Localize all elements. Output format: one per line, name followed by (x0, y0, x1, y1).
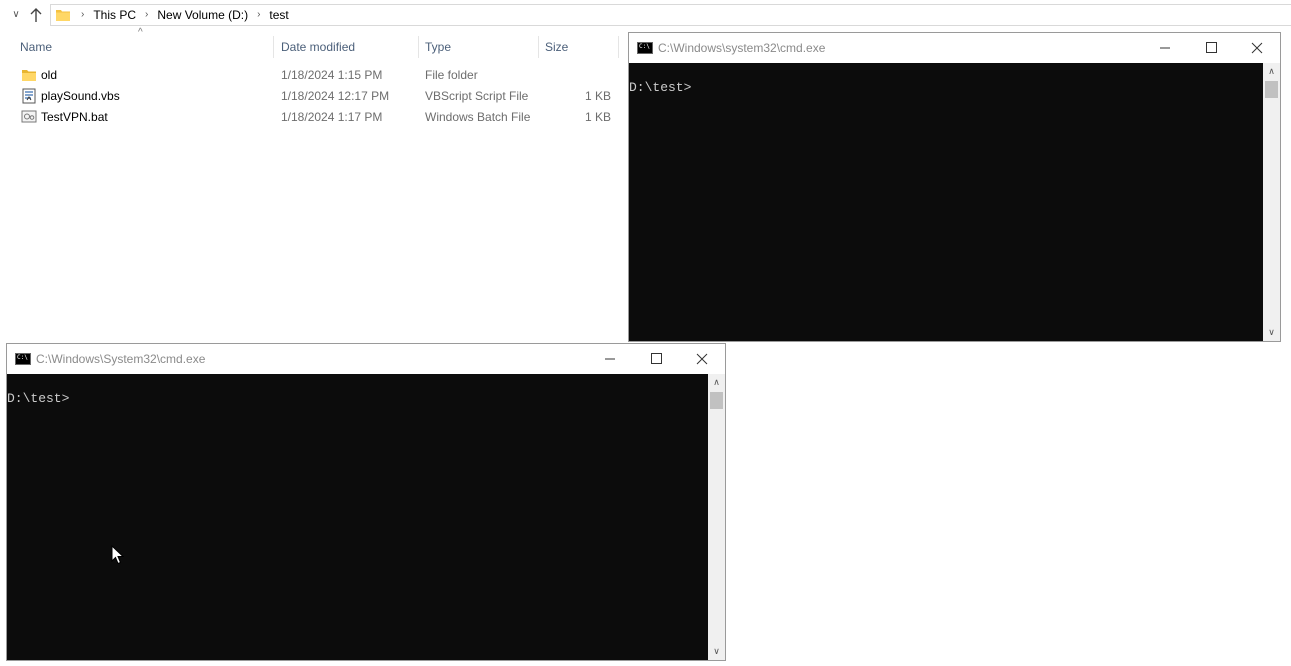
file-date: 1/18/2024 1:17 PM (281, 110, 383, 124)
column-header-name[interactable]: Name (20, 36, 52, 58)
file-name: playSound.vbs (41, 89, 120, 103)
file-name: TestVPN.bat (41, 110, 108, 124)
scroll-thumb[interactable] (1265, 81, 1278, 98)
vertical-scrollbar[interactable]: ∧ ∨ (708, 374, 725, 660)
vbscript-file-icon (22, 88, 36, 104)
up-arrow-icon[interactable] (28, 6, 44, 24)
address-field[interactable]: › This PC › New Volume (D:) › test (50, 4, 1291, 26)
scroll-up-icon[interactable]: ∧ (1263, 63, 1280, 80)
column-divider[interactable] (618, 36, 619, 58)
cmd-window-1[interactable]: C:\ C:\Windows\system32\cmd.exe D:\test>… (628, 32, 1281, 342)
column-divider[interactable] (418, 36, 419, 58)
file-row-testvpn[interactable]: TestVPN.bat 1/18/2024 1:17 PM Windows Ba… (0, 107, 620, 128)
column-divider[interactable] (538, 36, 539, 58)
cmd-icon[interactable]: C:\ (637, 42, 653, 54)
batch-file-icon (21, 110, 37, 123)
chevron-right-icon[interactable]: › (81, 8, 84, 22)
console-area[interactable]: D:\test> (629, 63, 1263, 341)
scroll-up-icon[interactable]: ∧ (708, 374, 725, 391)
maximize-icon[interactable] (1188, 33, 1234, 63)
file-size: 1 KB (584, 89, 611, 103)
close-icon[interactable] (679, 344, 725, 374)
breadcrumb-new-volume[interactable]: New Volume (D:) (157, 8, 248, 22)
file-type: File folder (425, 68, 478, 82)
column-header-size[interactable]: Size (545, 36, 568, 58)
address-bar: ∨ › This PC › New Volume (D:) › test (0, 0, 1291, 30)
close-icon[interactable] (1234, 33, 1280, 63)
recent-locations-chevron-icon[interactable]: ∨ (9, 8, 23, 22)
maximize-icon[interactable] (633, 344, 679, 374)
mouse-pointer-icon (111, 545, 125, 565)
file-type: Windows Batch File (425, 110, 531, 124)
file-name: old (41, 68, 58, 82)
console-prompt: D:\test> (629, 80, 692, 95)
column-divider[interactable] (273, 36, 274, 58)
console-area[interactable]: D:\test> (7, 374, 708, 660)
chevron-right-icon[interactable]: › (257, 8, 260, 22)
breadcrumb-this-pc[interactable]: This PC (93, 8, 136, 22)
scroll-down-icon[interactable]: ∨ (1263, 324, 1280, 341)
title-bar[interactable]: C:\ C:\Windows\System32\cmd.exe (7, 344, 725, 374)
folder-icon (56, 10, 70, 21)
window-title: C:\Windows\System32\cmd.exe (36, 352, 206, 366)
breadcrumb-test[interactable]: test (269, 8, 288, 22)
cmd-window-2[interactable]: C:\ C:\Windows\System32\cmd.exe D:\test>… (6, 343, 726, 661)
column-header-type[interactable]: Type (425, 36, 451, 58)
chevron-right-icon[interactable]: › (145, 8, 148, 22)
scroll-thumb[interactable] (710, 392, 723, 409)
console-prompt: D:\test> (7, 391, 70, 406)
file-row-old[interactable]: old 1/18/2024 1:15 PM File folder (0, 65, 620, 86)
cmd-icon[interactable]: C:\ (15, 353, 31, 365)
minimize-icon[interactable] (1142, 33, 1188, 63)
file-size: 1 KB (584, 110, 611, 124)
file-date: 1/18/2024 1:15 PM (281, 68, 383, 82)
breadcrumb: › This PC › New Volume (D:) › test (75, 8, 292, 22)
file-date: 1/18/2024 12:17 PM (281, 89, 390, 103)
vertical-scrollbar[interactable]: ∧ ∨ (1263, 63, 1280, 341)
folder-icon (22, 70, 36, 81)
sort-ascending-icon: ^ (138, 27, 143, 38)
title-bar[interactable]: C:\ C:\Windows\system32\cmd.exe (629, 33, 1280, 63)
column-header-date-modified[interactable]: Date modified (281, 36, 355, 58)
scroll-down-icon[interactable]: ∨ (708, 643, 725, 660)
minimize-icon[interactable] (587, 344, 633, 374)
file-type: VBScript Script File (425, 89, 529, 103)
window-title: C:\Windows\system32\cmd.exe (658, 41, 826, 55)
file-row-playsound[interactable]: playSound.vbs 1/18/2024 12:17 PM VBScrip… (0, 86, 620, 107)
